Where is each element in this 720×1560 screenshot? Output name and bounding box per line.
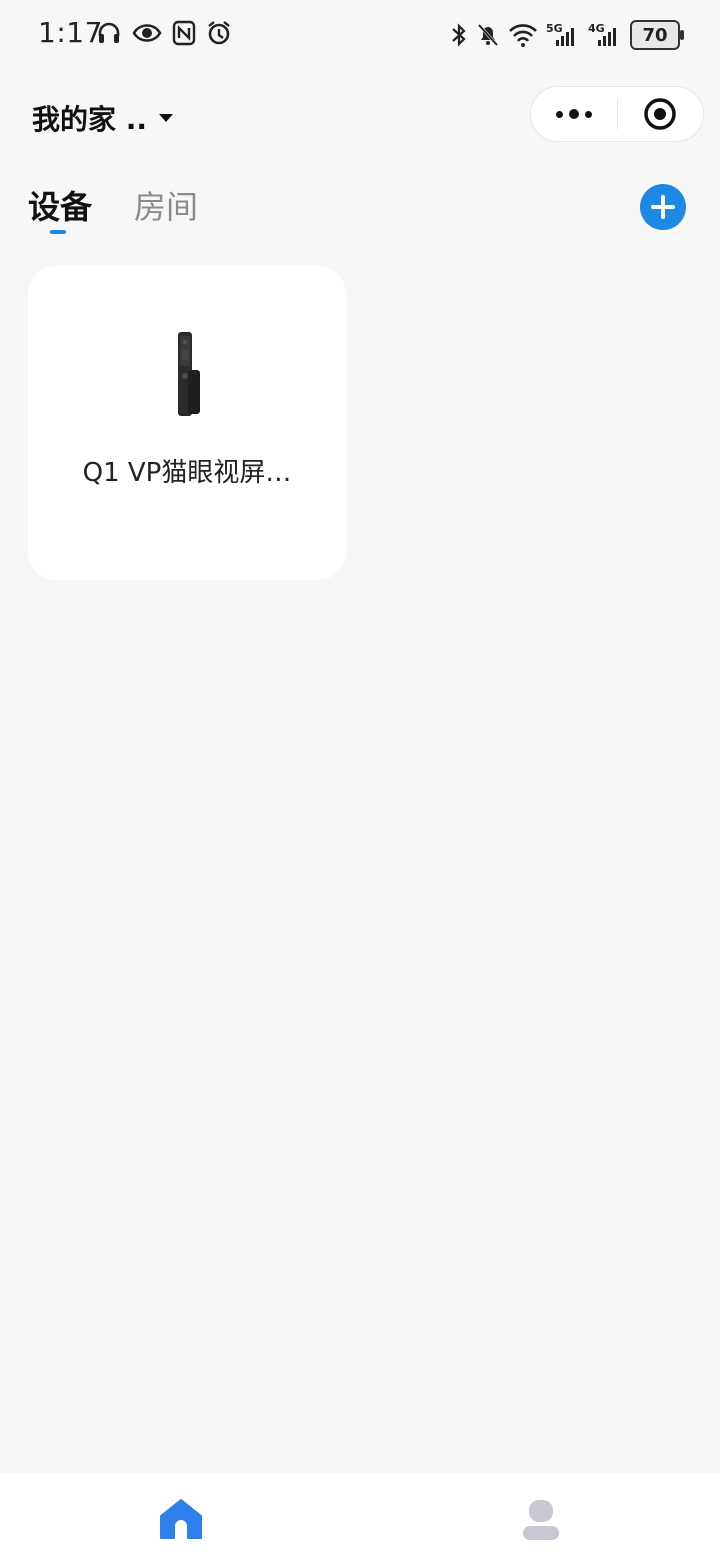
wifi-icon	[508, 22, 538, 48]
add-device-button[interactable]	[640, 184, 686, 230]
target-icon	[643, 97, 677, 131]
4g-signal-icon: 4G	[588, 22, 622, 48]
home-name: 我的家 ..	[32, 103, 148, 136]
status-right-icons: 5G 4G 70	[450, 20, 684, 50]
chevron-down-icon	[159, 114, 174, 122]
status-left-icons	[96, 20, 232, 46]
notifications-off-icon	[476, 22, 500, 48]
status-time: 1:17	[38, 16, 103, 49]
more-dot	[584, 110, 592, 118]
active-tab-indicator	[50, 230, 66, 234]
smart-door-lock-image	[174, 330, 204, 420]
5g-signal-icon: 5G	[546, 22, 580, 48]
more-dot	[568, 109, 579, 119]
more-dot	[555, 110, 563, 118]
tab-rooms[interactable]: 房间	[134, 182, 198, 228]
home-switcher[interactable]: 我的家 ..	[32, 98, 174, 138]
device-name: Q1 VP猫眼视屏…	[82, 458, 292, 488]
headphones-icon	[96, 20, 122, 46]
close-mini-program-button[interactable]	[618, 87, 704, 141]
tab-devices-label: 设备	[28, 188, 93, 226]
tab-devices[interactable]: 设备	[28, 182, 93, 234]
more-button[interactable]	[531, 87, 617, 141]
home-icon	[158, 1496, 204, 1542]
mini-program-capsule	[530, 86, 704, 142]
nav-profile-button[interactable]	[518, 1496, 564, 1542]
status-bar: 1:17 5G 4G 70	[0, 0, 720, 72]
bottom-navigation	[0, 1474, 720, 1560]
device-card[interactable]: Q1 VP猫眼视屏…	[28, 266, 346, 580]
eye-icon	[132, 20, 162, 46]
profile-icon	[518, 1496, 564, 1542]
tab-bar: 设备 房间	[28, 182, 198, 234]
nfc-icon	[172, 20, 196, 46]
tab-rooms-label: 房间	[134, 188, 199, 226]
alarm-icon	[206, 20, 232, 46]
plus-icon	[650, 194, 676, 220]
battery-indicator: 70	[630, 20, 684, 50]
bluetooth-icon	[450, 22, 468, 48]
nav-home-button[interactable]	[158, 1496, 204, 1542]
